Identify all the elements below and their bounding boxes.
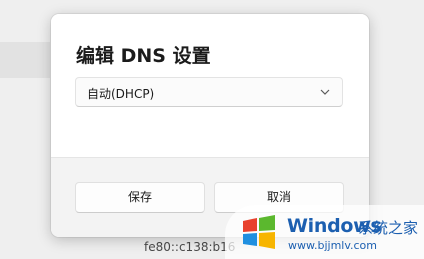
background-sidebar-item (0, 42, 50, 78)
edit-dns-dialog: 编辑 DNS 设置 自动(DHCP) 保存 取消 (51, 14, 369, 237)
dns-mode-selected-value: 自动(DHCP) (87, 87, 155, 101)
save-button[interactable]: 保存 (75, 182, 205, 213)
watermark-url: www.bjjmlv.com (288, 239, 377, 252)
dialog-title: 编辑 DNS 设置 (76, 45, 211, 67)
dns-mode-dropdown[interactable]: 自动(DHCP) (75, 77, 343, 107)
chevron-down-icon (320, 89, 330, 95)
dialog-body: 编辑 DNS 设置 自动(DHCP) (51, 14, 369, 157)
background-ipv6-address: fe80::c138:b16 (144, 240, 236, 254)
watermark: Windows 系统之家 www.bjjmlv.com (225, 205, 424, 259)
windows-logo-icon (243, 215, 275, 249)
watermark-site-name: 系统之家 (358, 219, 419, 237)
